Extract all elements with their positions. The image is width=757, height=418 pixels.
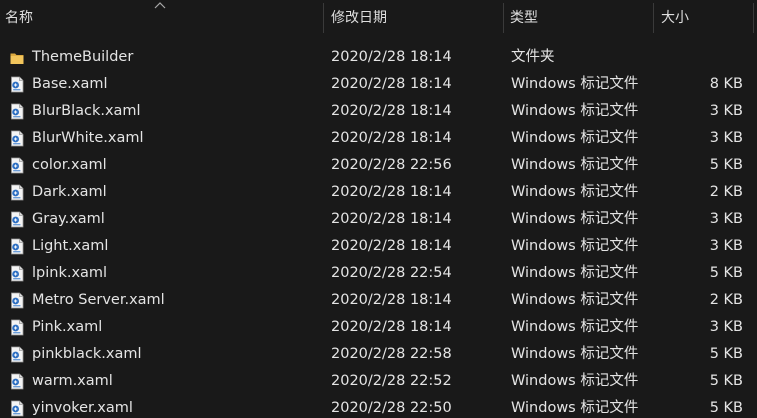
table-row[interactable]: BlurWhite.xaml 2020/2/28 18:14 Windows 标记文… xyxy=(0,125,757,152)
file-size: 5 KB xyxy=(709,373,743,389)
file-rows: ThemeBuilder 2020/2/28 18:14 文件夹 Base.xaml… xyxy=(0,44,757,418)
file-type: Windows 标记文件 xyxy=(511,292,639,308)
file-modified-date: 2020/2/28 22:56 xyxy=(331,157,452,173)
file-name: Pink.xaml xyxy=(32,319,103,335)
table-row[interactable]: warm.xaml 2020/2/28 22:52 Windows 标记文件 5 KB xyxy=(0,368,757,395)
table-row[interactable]: Dark.xaml 2020/2/28 18:14 Windows 标记文件 2 KB xyxy=(0,179,757,206)
file-size: 8 KB xyxy=(709,76,743,92)
file-modified-date: 2020/2/28 18:14 xyxy=(331,211,452,227)
file-name: pinkblack.xaml xyxy=(32,346,142,362)
file-size: 2 KB xyxy=(709,292,743,308)
file-name: Base.xaml xyxy=(32,76,108,92)
column-header-bar: 名称 修改日期 类型 大小 xyxy=(0,0,757,37)
file-modified-date: 2020/2/28 18:14 xyxy=(331,238,452,254)
file-type: Windows 标记文件 xyxy=(511,211,639,227)
file-name: BlurBlack.xaml xyxy=(32,103,141,119)
xaml-file-icon xyxy=(9,211,25,228)
file-modified-date: 2020/2/28 22:52 xyxy=(331,373,452,389)
xaml-file-icon xyxy=(9,103,25,120)
file-name: BlurWhite.xaml xyxy=(32,130,144,146)
column-header-size-label: 大小 xyxy=(661,10,689,26)
file-type: Windows 标记文件 xyxy=(511,400,639,416)
xaml-file-icon xyxy=(9,130,25,147)
column-header-type[interactable]: 类型 xyxy=(504,0,653,37)
table-row[interactable]: yinvoker.xaml 2020/2/28 22:50 Windows 标记文件… xyxy=(0,395,757,418)
file-size: 5 KB xyxy=(709,400,743,416)
column-header-date[interactable]: 修改日期 xyxy=(324,0,503,37)
file-type: Windows 标记文件 xyxy=(511,103,639,119)
table-row[interactable]: color.xaml 2020/2/28 22:56 Windows 标记文件 5 K… xyxy=(0,152,757,179)
table-row[interactable]: BlurBlack.xaml 2020/2/28 18:14 Windows 标记文… xyxy=(0,98,757,125)
file-name: ThemeBuilder xyxy=(32,49,134,65)
file-size: 5 KB xyxy=(709,346,743,362)
file-size: 5 KB xyxy=(709,265,743,281)
xaml-file-icon xyxy=(9,76,25,93)
file-type: Windows 标记文件 xyxy=(511,157,639,173)
file-modified-date: 2020/2/28 22:58 xyxy=(331,346,452,362)
file-type: Windows 标记文件 xyxy=(511,184,639,200)
column-header-size[interactable]: 大小 xyxy=(654,0,753,37)
folder-icon xyxy=(9,49,25,66)
file-size: 2 KB xyxy=(709,184,743,200)
column-header-name[interactable]: 名称 xyxy=(0,0,323,37)
file-type: Windows 标记文件 xyxy=(511,76,639,92)
file-modified-date: 2020/2/28 22:54 xyxy=(331,265,452,281)
file-name: warm.xaml xyxy=(32,373,113,389)
column-header-date-label: 修改日期 xyxy=(331,10,387,26)
table-row[interactable]: Pink.xaml 2020/2/28 18:14 Windows 标记文件 3 KB xyxy=(0,314,757,341)
file-size: 3 KB xyxy=(709,130,743,146)
column-header-type-label: 类型 xyxy=(510,10,538,26)
file-modified-date: 2020/2/28 18:14 xyxy=(331,103,452,119)
file-size: 5 KB xyxy=(709,157,743,173)
file-modified-date: 2020/2/28 18:14 xyxy=(331,49,452,65)
file-type: Windows 标记文件 xyxy=(511,238,639,254)
table-row[interactable]: Base.xaml 2020/2/28 18:14 Windows 标记文件 8 KB xyxy=(0,71,757,98)
xaml-file-icon xyxy=(9,157,25,174)
file-modified-date: 2020/2/28 18:14 xyxy=(331,184,452,200)
file-name: color.xaml xyxy=(32,157,107,173)
file-size: 3 KB xyxy=(709,238,743,254)
file-type: Windows 标记文件 xyxy=(511,130,639,146)
xaml-file-icon xyxy=(9,373,25,390)
table-row[interactable]: Gray.xaml 2020/2/28 18:14 Windows 标记文件 3 KB xyxy=(0,206,757,233)
file-name: lpink.xaml xyxy=(32,265,108,281)
table-row[interactable]: Light.xaml 2020/2/28 18:14 Windows 标记文件 3 K… xyxy=(0,233,757,260)
file-modified-date: 2020/2/28 18:14 xyxy=(331,130,452,146)
table-row[interactable]: ThemeBuilder 2020/2/28 18:14 文件夹 xyxy=(0,44,757,71)
table-row[interactable]: Metro Server.xaml 2020/2/28 18:14 Windows … xyxy=(0,287,757,314)
file-name: Light.xaml xyxy=(32,238,109,254)
xaml-file-icon xyxy=(9,346,25,363)
file-modified-date: 2020/2/28 18:14 xyxy=(331,292,452,308)
xaml-file-icon xyxy=(9,292,25,309)
xaml-file-icon xyxy=(9,319,25,336)
xaml-file-icon xyxy=(9,400,25,417)
sort-ascending-icon xyxy=(154,2,166,9)
xaml-file-icon xyxy=(9,238,25,255)
xaml-file-icon xyxy=(9,265,25,282)
file-size: 3 KB xyxy=(709,319,743,335)
file-size: 3 KB xyxy=(709,211,743,227)
file-type: Windows 标记文件 xyxy=(511,373,639,389)
column-header-name-label: 名称 xyxy=(5,10,33,26)
file-modified-date: 2020/2/28 18:14 xyxy=(331,76,452,92)
file-type: 文件夹 xyxy=(511,49,555,65)
file-name: Metro Server.xaml xyxy=(32,292,165,308)
file-modified-date: 2020/2/28 18:14 xyxy=(331,319,452,335)
file-name: Dark.xaml xyxy=(32,184,107,200)
file-type: Windows 标记文件 xyxy=(511,265,639,281)
table-row[interactable]: pinkblack.xaml 2020/2/28 22:58 Windows 标记文… xyxy=(0,341,757,368)
file-modified-date: 2020/2/28 22:50 xyxy=(331,400,452,416)
file-list-view: 名称 修改日期 类型 大小 ThemeBuilder 2020/2/28 18:1… xyxy=(0,0,757,418)
file-type: Windows 标记文件 xyxy=(511,346,639,362)
file-name: Gray.xaml xyxy=(32,211,105,227)
column-resize-handle-size[interactable] xyxy=(753,3,754,33)
file-type: Windows 标记文件 xyxy=(511,319,639,335)
file-size: 3 KB xyxy=(709,103,743,119)
xaml-file-icon xyxy=(9,184,25,201)
table-row[interactable]: lpink.xaml 2020/2/28 22:54 Windows 标记文件 5 K… xyxy=(0,260,757,287)
file-name: yinvoker.xaml xyxy=(32,400,133,416)
